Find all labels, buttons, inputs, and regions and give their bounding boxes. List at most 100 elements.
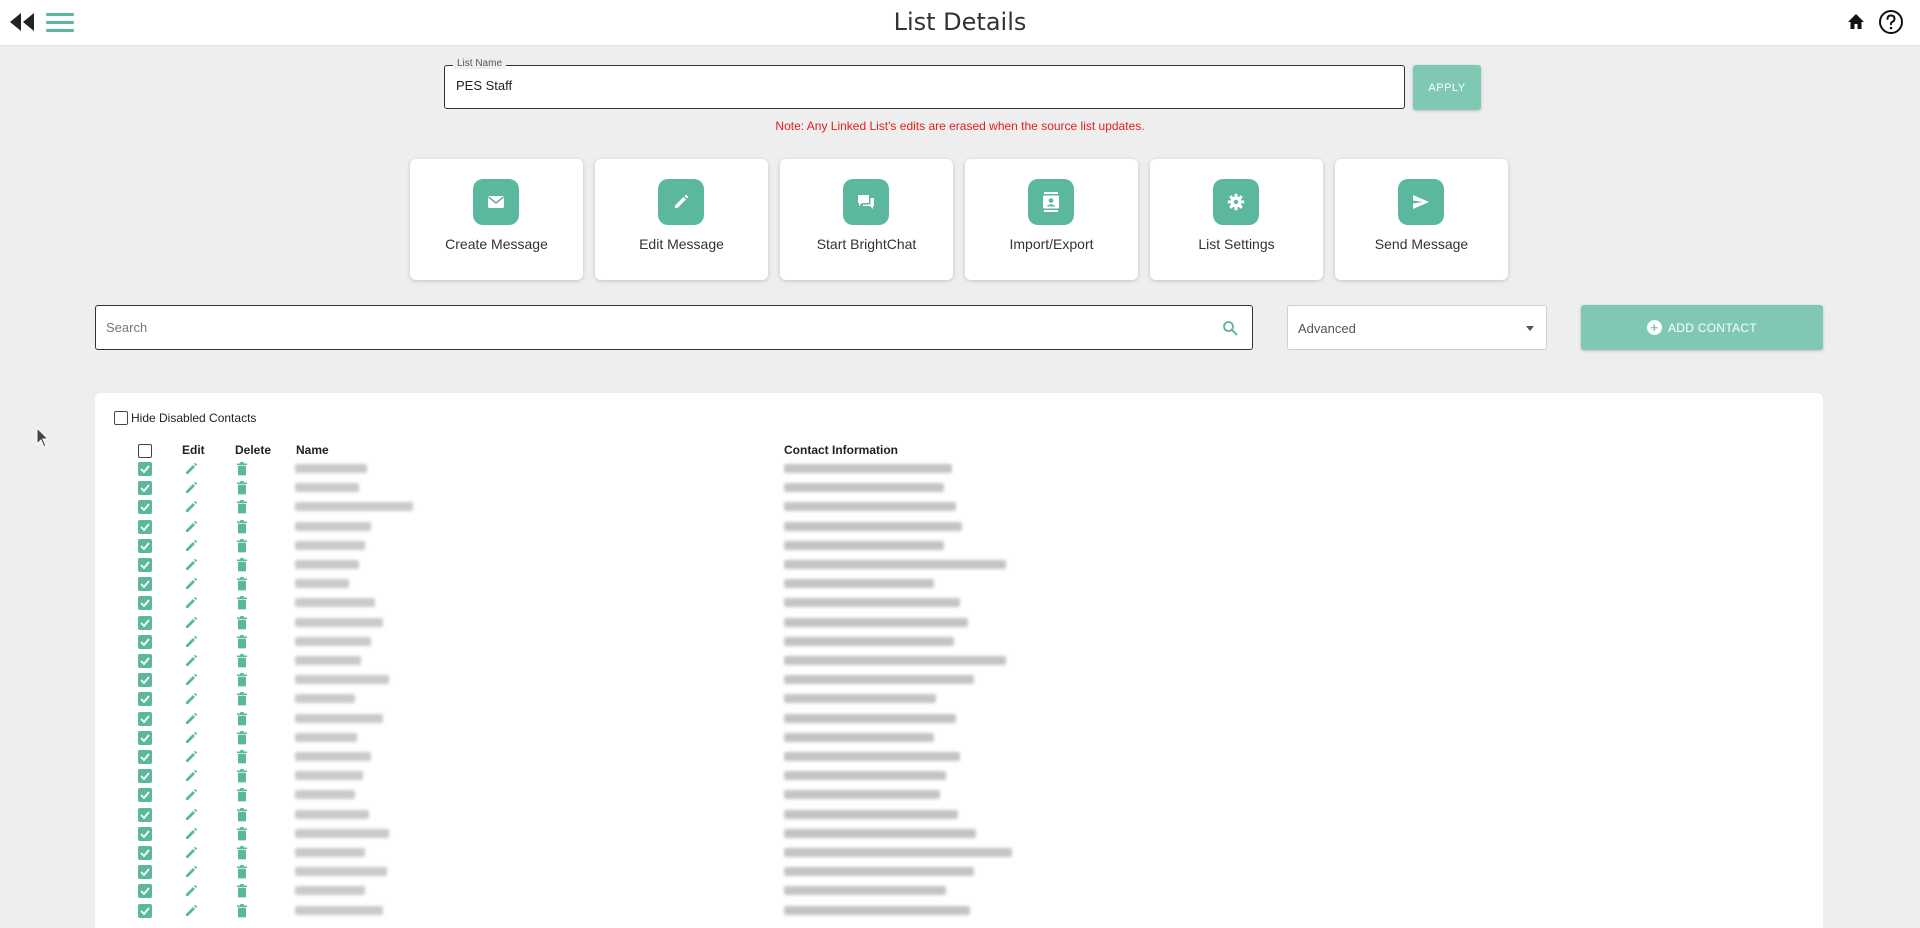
contact-name[interactable]: [295, 809, 369, 819]
select-all-checkbox[interactable]: [138, 444, 152, 458]
contact-name[interactable]: [295, 521, 371, 531]
contact-name[interactable]: [295, 771, 363, 781]
column-header-contact[interactable]: Contact Information: [784, 443, 898, 457]
pencil-icon[interactable]: [184, 539, 198, 553]
contact-name[interactable]: [295, 752, 371, 761]
contact-name[interactable]: [295, 560, 359, 569]
row-checkbox[interactable]: [138, 519, 152, 534]
add-contact-button[interactable]: + ADD CONTACT: [1581, 305, 1823, 350]
row-checkbox[interactable]: [138, 558, 152, 572]
pencil-icon[interactable]: [184, 712, 198, 726]
pencil-icon[interactable]: [184, 558, 198, 572]
contact-name[interactable]: [295, 617, 383, 627]
trash-icon[interactable]: [236, 903, 248, 918]
trash-icon[interactable]: [236, 558, 248, 572]
contact-name[interactable]: [295, 502, 413, 512]
pencil-icon[interactable]: [184, 577, 198, 591]
trash-icon[interactable]: [236, 711, 248, 726]
hide-disabled-checkbox[interactable]: [114, 411, 128, 425]
pencil-icon[interactable]: [184, 673, 198, 687]
trash-icon[interactable]: [236, 788, 248, 802]
help-icon[interactable]: [1878, 9, 1904, 35]
trash-icon[interactable]: [236, 673, 248, 687]
search-input[interactable]: [106, 320, 1186, 335]
pencil-icon[interactable]: [184, 808, 198, 822]
home-icon[interactable]: [1846, 12, 1866, 32]
send-message-card[interactable]: Send Message: [1335, 159, 1508, 280]
trash-icon[interactable]: [236, 615, 248, 630]
apply-button[interactable]: APPLY: [1413, 65, 1481, 110]
trash-icon[interactable]: [236, 826, 248, 841]
row-checkbox[interactable]: [138, 634, 152, 649]
hide-disabled-toggle[interactable]: Hide Disabled Contacts: [114, 411, 256, 425]
pencil-icon[interactable]: [184, 827, 198, 841]
pencil-icon[interactable]: [184, 520, 198, 534]
contact-name[interactable]: [295, 867, 387, 877]
row-checkbox[interactable]: [138, 673, 152, 688]
pencil-icon[interactable]: [184, 500, 198, 514]
contact-name[interactable]: [295, 636, 371, 646]
row-checkbox[interactable]: [138, 788, 152, 803]
contact-name[interactable]: [295, 828, 389, 838]
contact-name[interactable]: [295, 483, 359, 493]
row-checkbox[interactable]: [138, 596, 152, 611]
list-settings-card[interactable]: List Settings: [1150, 159, 1323, 280]
pencil-icon[interactable]: [184, 462, 198, 476]
trash-icon[interactable]: [236, 538, 248, 553]
trash-icon[interactable]: [236, 481, 248, 495]
column-header-delete[interactable]: Delete: [235, 443, 271, 457]
row-checkbox[interactable]: [138, 884, 152, 899]
trash-icon[interactable]: [236, 884, 248, 898]
edit-message-card[interactable]: Edit Message: [595, 159, 768, 280]
contact-name[interactable]: [295, 694, 355, 704]
list-name-input[interactable]: [456, 78, 1356, 93]
row-checkbox[interactable]: [138, 730, 152, 745]
pencil-icon[interactable]: [184, 846, 198, 860]
contact-name[interactable]: [295, 905, 383, 915]
pencil-icon[interactable]: [184, 692, 198, 706]
row-checkbox[interactable]: [138, 481, 152, 496]
row-checkbox[interactable]: [138, 692, 152, 707]
start-brightchat-card[interactable]: Start BrightChat: [780, 159, 953, 280]
row-checkbox[interactable]: [138, 826, 152, 841]
trash-icon[interactable]: [236, 634, 248, 649]
contact-name[interactable]: [295, 579, 349, 589]
row-checkbox[interactable]: [138, 615, 152, 630]
advanced-filter-select[interactable]: Advanced: [1287, 305, 1547, 350]
trash-icon[interactable]: [236, 865, 248, 879]
contact-name[interactable]: [295, 848, 365, 857]
trash-icon[interactable]: [236, 750, 248, 764]
contact-name[interactable]: [295, 675, 389, 685]
pencil-icon[interactable]: [184, 750, 198, 764]
create-message-card[interactable]: Create Message: [410, 159, 583, 280]
row-checkbox[interactable]: [138, 903, 152, 918]
pencil-icon[interactable]: [184, 884, 198, 898]
trash-icon[interactable]: [236, 519, 248, 534]
pencil-icon[interactable]: [184, 616, 198, 630]
row-checkbox[interactable]: [138, 462, 152, 476]
contact-name[interactable]: [295, 790, 355, 800]
contact-name[interactable]: [295, 656, 361, 665]
pencil-icon[interactable]: [184, 865, 198, 879]
pencil-icon[interactable]: [184, 481, 198, 495]
search-field[interactable]: [95, 305, 1253, 350]
trash-icon[interactable]: [236, 846, 248, 860]
list-name-field[interactable]: List Name: [444, 58, 1405, 109]
row-checkbox[interactable]: [138, 500, 152, 515]
contact-name[interactable]: [295, 598, 375, 608]
trash-icon[interactable]: [236, 500, 248, 514]
contact-name[interactable]: [295, 713, 383, 723]
contact-name[interactable]: [295, 886, 365, 896]
row-checkbox[interactable]: [138, 846, 152, 860]
trash-icon[interactable]: [236, 692, 248, 706]
pencil-icon[interactable]: [184, 769, 198, 783]
import-export-card[interactable]: Import/Export: [965, 159, 1138, 280]
row-checkbox[interactable]: [138, 654, 152, 668]
pencil-icon[interactable]: [184, 788, 198, 802]
trash-icon[interactable]: [236, 462, 248, 476]
trash-icon[interactable]: [236, 654, 248, 668]
trash-icon[interactable]: [236, 807, 248, 822]
row-checkbox[interactable]: [138, 807, 152, 822]
pencil-icon[interactable]: [184, 904, 198, 918]
contact-name[interactable]: [295, 732, 357, 742]
